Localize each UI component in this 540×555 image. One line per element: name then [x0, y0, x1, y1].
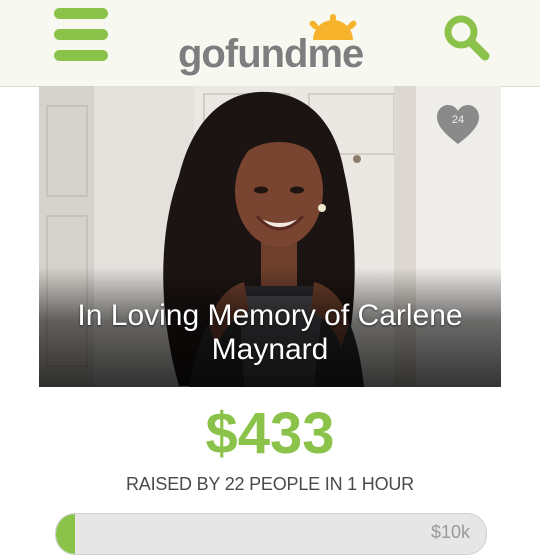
- funding-progress-bar: $10k: [55, 513, 487, 555]
- heart-button[interactable]: 24: [435, 104, 481, 146]
- menu-icon-bar: [54, 50, 108, 61]
- hamburger-menu-button[interactable]: [54, 8, 110, 64]
- heart-count: 24: [451, 114, 465, 126]
- search-icon: [444, 15, 490, 61]
- amount-raised: $433: [205, 401, 335, 466]
- gofundme-logo[interactable]: gofundme: [178, 10, 368, 76]
- logo-text: gofundme: [178, 32, 364, 76]
- campaign-hero-image[interactable]: In Loving Memory of Carlene Maynard: [39, 86, 501, 387]
- raised-summary: RAISED BY 22 PEOPLE IN 1 HOUR: [126, 474, 414, 494]
- menu-icon-bar: [54, 29, 108, 40]
- top-navigation-bar: gofundme: [0, 0, 540, 87]
- progress-fill: [56, 514, 76, 554]
- campaign-title[interactable]: In Loving Memory of Carlene Maynard: [59, 299, 481, 367]
- menu-icon-bar: [54, 8, 108, 19]
- search-button[interactable]: [440, 12, 492, 64]
